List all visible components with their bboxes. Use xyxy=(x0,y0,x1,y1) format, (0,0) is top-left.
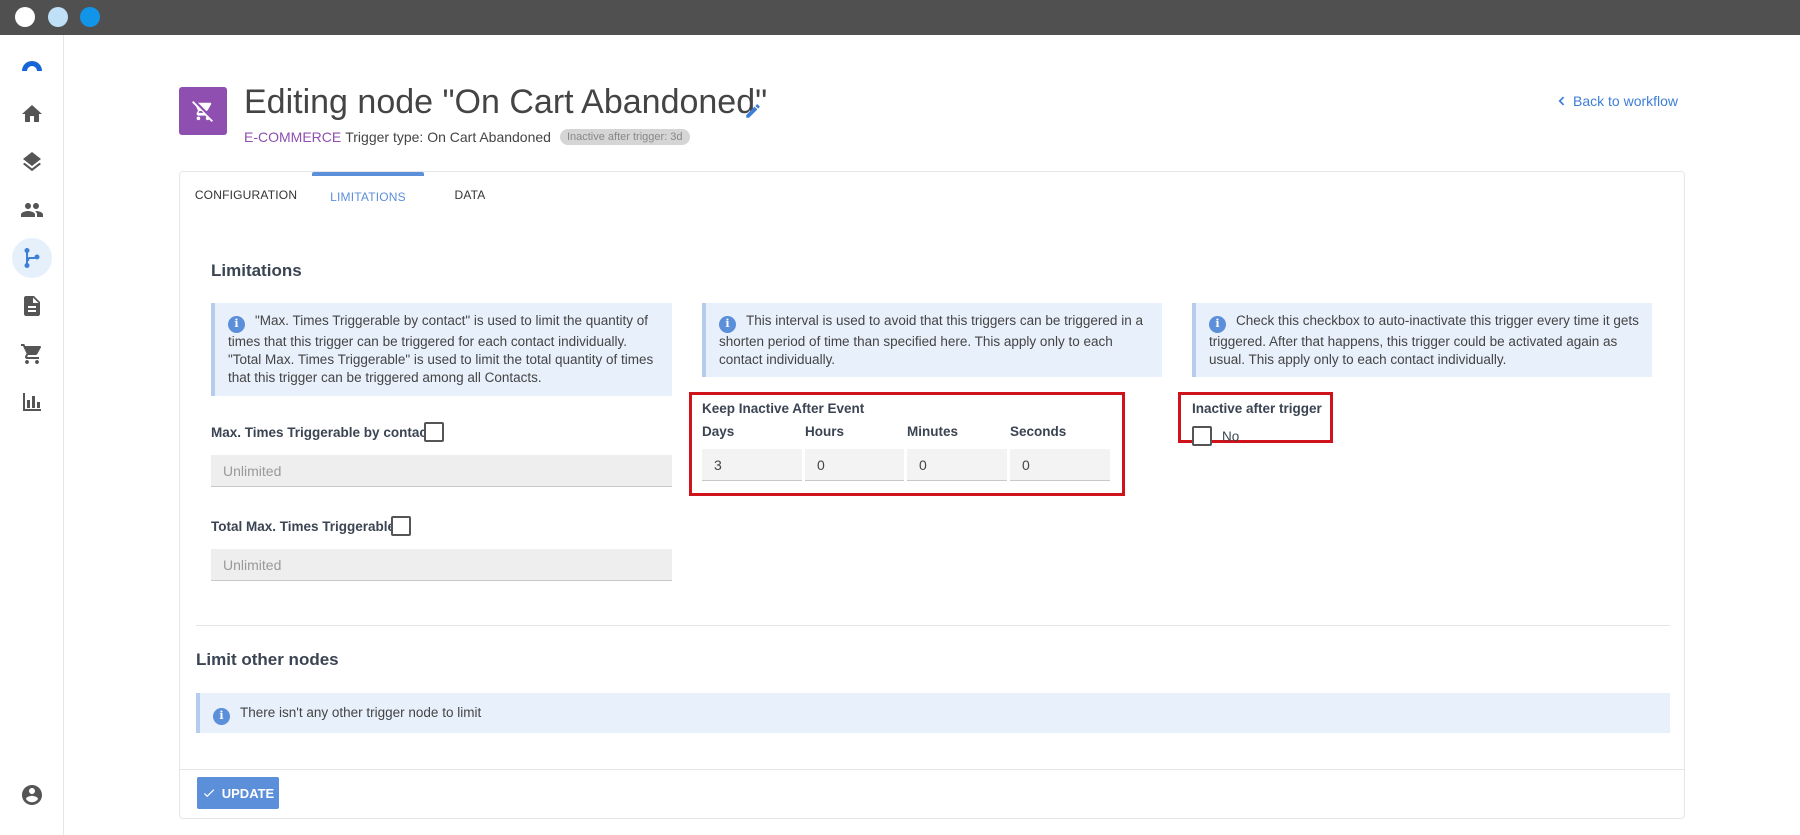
update-button[interactable]: UPDATE xyxy=(197,777,279,809)
inactive-after-trigger-checkbox[interactable] xyxy=(1192,426,1212,446)
sidebar xyxy=(0,35,64,835)
section-divider xyxy=(196,625,1670,626)
sidebar-item-home[interactable] xyxy=(12,94,52,134)
tab-limitations[interactable]: LIMITATIONS xyxy=(312,172,424,217)
limit-other-nodes-info: i There isn't any other trigger node to l… xyxy=(196,693,1670,733)
account-icon xyxy=(22,785,42,805)
node-category: E-COMMERCE xyxy=(244,129,342,145)
bar-chart-icon xyxy=(23,393,41,411)
info-icon: i xyxy=(213,707,230,725)
sidebar-item-reports[interactable] xyxy=(12,382,52,422)
layers-icon xyxy=(23,152,41,172)
inactive-info-text: Check this checkbox to auto-inactivate t… xyxy=(1209,313,1639,367)
home-icon xyxy=(22,105,42,122)
interval-info: i This interval is used to avoid that thi… xyxy=(702,303,1162,377)
trigger-type: Trigger type: On Cart Abandoned xyxy=(345,129,551,145)
max-by-contact-checkbox[interactable] xyxy=(424,422,444,442)
window-minimize-button[interactable] xyxy=(48,7,68,27)
hours-label: Hours xyxy=(805,424,845,439)
update-button-label: UPDATE xyxy=(221,785,275,801)
node-type-icon xyxy=(179,87,227,135)
info-icon: i xyxy=(719,315,736,333)
days-label: Days xyxy=(702,424,735,439)
check-icon xyxy=(203,789,214,798)
node-subtitle: E-COMMERCE Trigger type: On Cart Abandon… xyxy=(244,129,690,145)
sidebar-item-workflow[interactable] xyxy=(12,238,52,278)
minutes-input[interactable]: 0 xyxy=(907,449,1007,481)
tab-bar: CONFIGURATION LIMITATIONS DATA xyxy=(180,172,1684,217)
total-max-checkbox[interactable] xyxy=(391,516,411,536)
remove-cart-icon xyxy=(192,101,213,122)
tab-configuration[interactable]: CONFIGURATION xyxy=(190,172,302,217)
info-icon: i xyxy=(228,315,245,333)
node-editor-card: CONFIGURATION LIMITATIONS DATA Limitatio… xyxy=(179,171,1685,819)
max-by-contact-label: Max. Times Triggerable by contact xyxy=(211,425,432,440)
sidebar-item-contacts[interactable] xyxy=(12,190,52,230)
sidebar-item-layers[interactable] xyxy=(12,142,52,182)
edit-pencil-icon[interactable] xyxy=(744,102,762,120)
tab-data[interactable]: DATA xyxy=(434,172,506,217)
people-icon xyxy=(21,203,43,217)
sidebar-item-account[interactable] xyxy=(12,775,52,815)
inactive-after-trigger-value: No xyxy=(1222,429,1240,444)
interval-info-text: This interval is used to avoid that this… xyxy=(719,313,1143,367)
total-max-label: Total Max. Times Triggerable xyxy=(211,519,396,534)
inactive-info: i Check this checkbox to auto-inactivate … xyxy=(1192,303,1652,377)
seconds-input[interactable]: 0 xyxy=(1010,449,1110,481)
keep-inactive-label: Keep Inactive After Event xyxy=(702,401,865,416)
seconds-label: Seconds xyxy=(1010,424,1067,439)
window-maximize-button[interactable] xyxy=(80,7,100,27)
total-max-input: Unlimited xyxy=(211,549,672,581)
window-titlebar xyxy=(0,0,1800,35)
logo-icon[interactable] xyxy=(12,45,52,85)
back-link-label: Back to workflow xyxy=(1573,93,1679,109)
footer-divider xyxy=(180,769,1684,770)
minutes-label: Minutes xyxy=(907,424,959,439)
info-icon: i xyxy=(1209,315,1226,333)
limit-other-nodes-info-text: There isn't any other trigger node to li… xyxy=(240,705,482,720)
workflow-icon xyxy=(24,248,40,268)
max-by-contact-input: Unlimited xyxy=(211,455,672,487)
limit-other-nodes-title: Limit other nodes xyxy=(196,650,339,669)
page-title: Editing node "On Cart Abandoned" xyxy=(244,83,768,121)
window-close-button[interactable] xyxy=(15,7,35,27)
status-badge: Inactive after trigger: 3d xyxy=(559,129,690,145)
chevron-left-icon xyxy=(1558,96,1565,106)
limitations-title: Limitations xyxy=(211,261,302,280)
document-icon xyxy=(24,296,40,316)
cart-icon xyxy=(21,344,42,364)
inactive-after-trigger-label: Inactive after trigger xyxy=(1192,401,1322,416)
hours-input[interactable]: 0 xyxy=(805,449,904,481)
sidebar-item-cart[interactable] xyxy=(12,334,52,374)
max-times-info-text: "Max. Times Triggerable by contact" is u… xyxy=(228,313,654,385)
days-input[interactable]: 3 xyxy=(702,449,802,481)
max-times-info: i "Max. Times Triggerable by contact" is … xyxy=(211,303,672,396)
back-to-workflow-link[interactable]: Back to workflow xyxy=(1556,93,1678,109)
sidebar-item-documents[interactable] xyxy=(12,286,52,326)
page-header: Editing node "On Cart Abandoned" E-COMME… xyxy=(179,83,1689,147)
